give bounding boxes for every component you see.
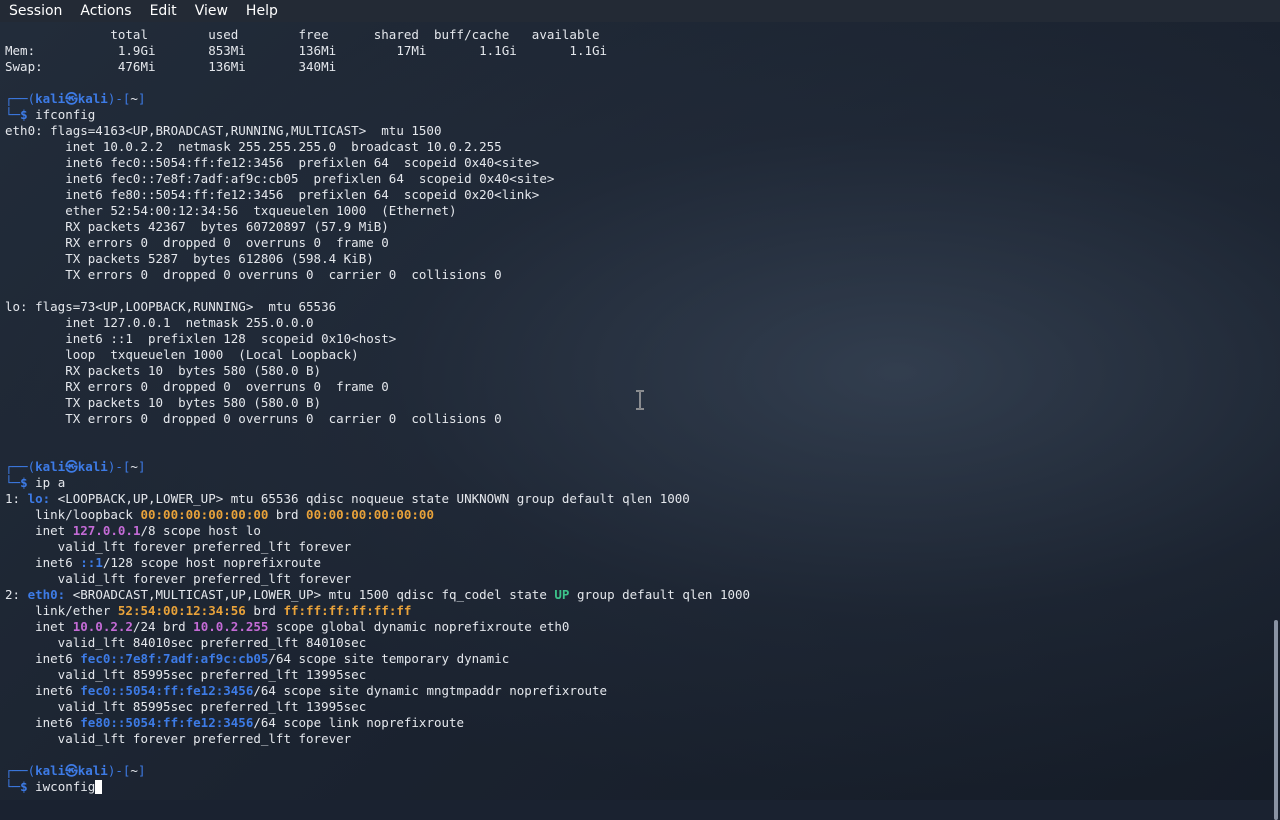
ifconfig-line: lo: flags=73<UP,LOOPBACK,RUNNING> mtu 65…	[5, 299, 337, 314]
ifconfig-line: RX packets 42367 bytes 60720897 (57.9 Mi…	[5, 219, 389, 234]
terminal-menubar: Session Actions Edit View Help	[0, 0, 1280, 22]
terminal-output[interactable]: total used free shared buff/cache availa…	[5, 27, 1265, 795]
ipa-line: link/ether 52:54:00:12:34:56 brd ff:ff:f…	[5, 603, 412, 618]
ipa-line: inet6 fe80::5054:ff:fe12:3456/64 scope l…	[5, 715, 465, 730]
free-mem-row: Mem: 1.9Gi 853Mi 136Mi 17Mi 1.1Gi 1.1Gi	[5, 43, 608, 58]
ifconfig-line: eth0: flags=4163<UP,BROADCAST,RUNNING,MU…	[5, 123, 442, 138]
prompt-user-host: kali㉿kali	[35, 459, 108, 474]
ifconfig-line: TX errors 0 dropped 0 overruns 0 carrier…	[5, 267, 502, 282]
prompt-line-top: ┌──(kali㉿kali)-[~]	[5, 763, 146, 778]
ipa-line: valid_lft forever preferred_lft forever	[5, 539, 352, 554]
ipa-line: valid_lft 85995sec preferred_lft 13995se…	[5, 699, 367, 714]
scrollbar-thumb[interactable]	[1274, 620, 1278, 820]
prompt-line-top: ┌──(kali㉿kali)-[~]	[5, 459, 146, 474]
ipa-line: valid_lft forever preferred_lft forever	[5, 571, 352, 586]
prompt-user-host: kali㉿kali	[35, 763, 108, 778]
ipa-line: inet6 ::1/128 scope host noprefixroute	[5, 555, 322, 570]
menu-help[interactable]: Help	[237, 0, 287, 22]
prompt-line-top: ┌──(kali㉿kali)-[~]	[5, 91, 146, 106]
ifconfig-line: RX errors 0 dropped 0 overruns 0 frame 0	[5, 235, 389, 250]
prompt-dir: ~	[130, 763, 138, 778]
ipa-line: inet 10.0.2.2/24 brd 10.0.2.255 scope gl…	[5, 619, 570, 634]
ifconfig-line: TX errors 0 dropped 0 overruns 0 carrier…	[5, 411, 502, 426]
command-text: ip a	[35, 475, 66, 490]
ipa-line: 1: lo: <LOOPBACK,UP,LOWER_UP> mtu 65536 …	[5, 491, 690, 506]
prompt-line-bottom: └─$ ifconfig	[5, 107, 96, 122]
prompt-user-host: kali㉿kali	[35, 91, 108, 106]
ifconfig-line: RX packets 10 bytes 580 (580.0 B)	[5, 363, 322, 378]
ifconfig-line: inet6 fec0::5054:ff:fe12:3456 prefixlen …	[5, 155, 540, 170]
ipa-line: 2: eth0: <BROADCAST,MULTICAST,UP,LOWER_U…	[5, 587, 751, 602]
ifconfig-line: loop txqueuelen 1000 (Local Loopback)	[5, 347, 359, 362]
prompt-line-bottom: └─$ ip a	[5, 475, 66, 490]
ipa-line: link/loopback 00:00:00:00:00:00 brd 00:0…	[5, 507, 434, 522]
free-header: total used free shared buff/cache availa…	[5, 27, 600, 42]
terminal-scrollbar[interactable]	[1272, 22, 1280, 820]
ipa-line: inet6 fec0::7e8f:7adf:af9c:cb05/64 scope…	[5, 651, 510, 666]
ifconfig-line: inet 10.0.2.2 netmask 255.255.255.0 broa…	[5, 139, 502, 154]
ipa-line: valid_lft forever preferred_lft forever	[5, 731, 352, 746]
menu-actions[interactable]: Actions	[71, 0, 140, 22]
prompt-dir: ~	[130, 459, 138, 474]
menu-session[interactable]: Session	[0, 0, 71, 22]
menu-view[interactable]: View	[186, 0, 237, 22]
command-input[interactable]: iwconfig	[35, 779, 95, 794]
ipa-line: inet6 fec0::5054:ff:fe12:3456/64 scope s…	[5, 683, 608, 698]
ibeam-cursor-icon	[636, 390, 644, 410]
ifconfig-line: inet6 fec0::7e8f:7adf:af9c:cb05 prefixle…	[5, 171, 555, 186]
ipa-line: valid_lft 85995sec preferred_lft 13995se…	[5, 667, 367, 682]
ifconfig-line: inet6 fe80::5054:ff:fe12:3456 prefixlen …	[5, 187, 540, 202]
prompt-dir: ~	[130, 91, 138, 106]
ifconfig-line: ether 52:54:00:12:34:56 txqueuelen 1000 …	[5, 203, 457, 218]
ifconfig-line: TX packets 5287 bytes 612806 (598.4 KiB)	[5, 251, 374, 266]
prompt-line-bottom: └─$ iwconfig	[5, 779, 1265, 795]
ipa-line: valid_lft 84010sec preferred_lft 84010se…	[5, 635, 367, 650]
text-cursor	[95, 780, 103, 794]
free-swap-row: Swap: 476Mi 136Mi 340Mi	[5, 59, 337, 74]
ifconfig-line: inet6 ::1 prefixlen 128 scopeid 0x10<hos…	[5, 331, 397, 346]
command-text: ifconfig	[35, 107, 96, 122]
ipa-line: inet 127.0.0.1/8 scope host lo	[5, 523, 261, 538]
ifconfig-line: inet 127.0.0.1 netmask 255.0.0.0	[5, 315, 314, 330]
menu-edit[interactable]: Edit	[141, 0, 186, 22]
state-up-label: UP	[554, 587, 570, 602]
